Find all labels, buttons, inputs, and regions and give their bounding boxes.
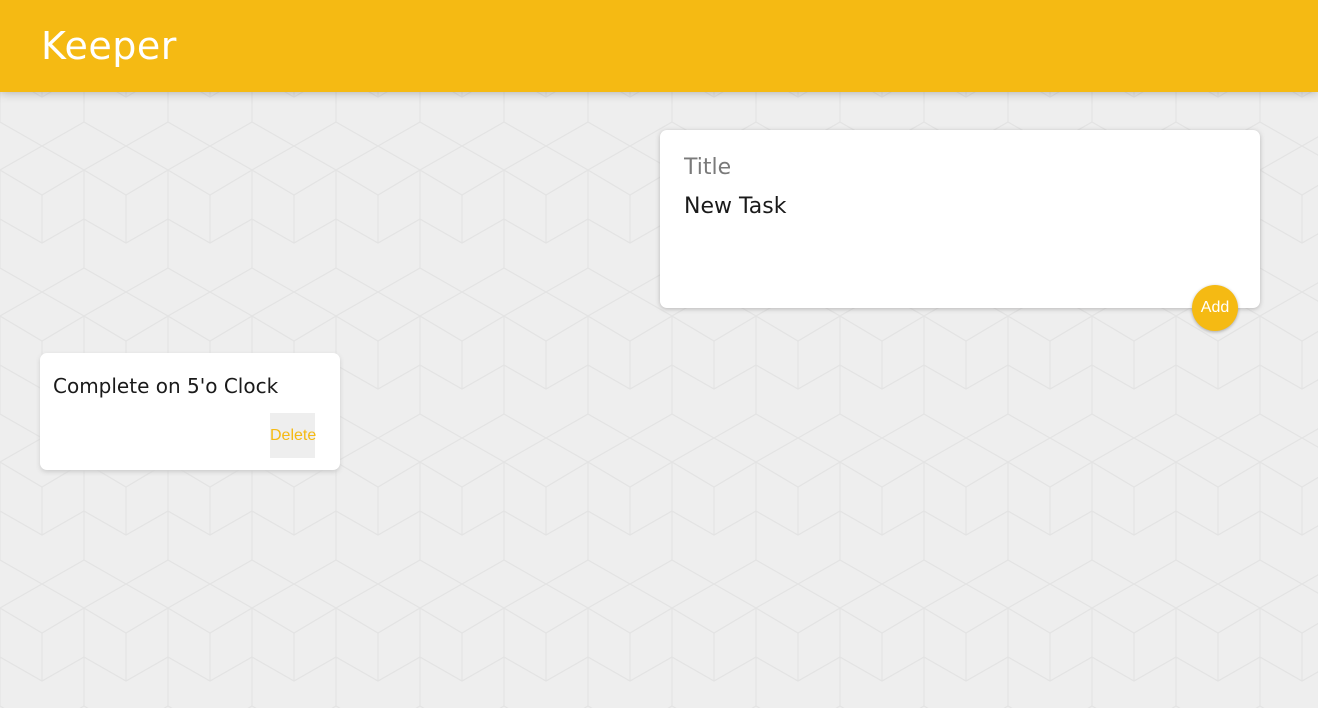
delete-note-button[interactable]: Delete [270,413,316,458]
note-content: Complete on 5'o Clock [53,374,279,398]
note-card: Complete on 5'o Clock Delete [40,353,340,470]
add-note-button[interactable]: Add [1192,285,1238,331]
app-logo: Keeper [41,24,177,68]
app-header: Keeper [0,0,1318,92]
note-content-input[interactable]: New Task [684,190,1224,280]
create-note-form: New Task Add [660,130,1260,331]
note-title-input[interactable] [684,150,1224,184]
